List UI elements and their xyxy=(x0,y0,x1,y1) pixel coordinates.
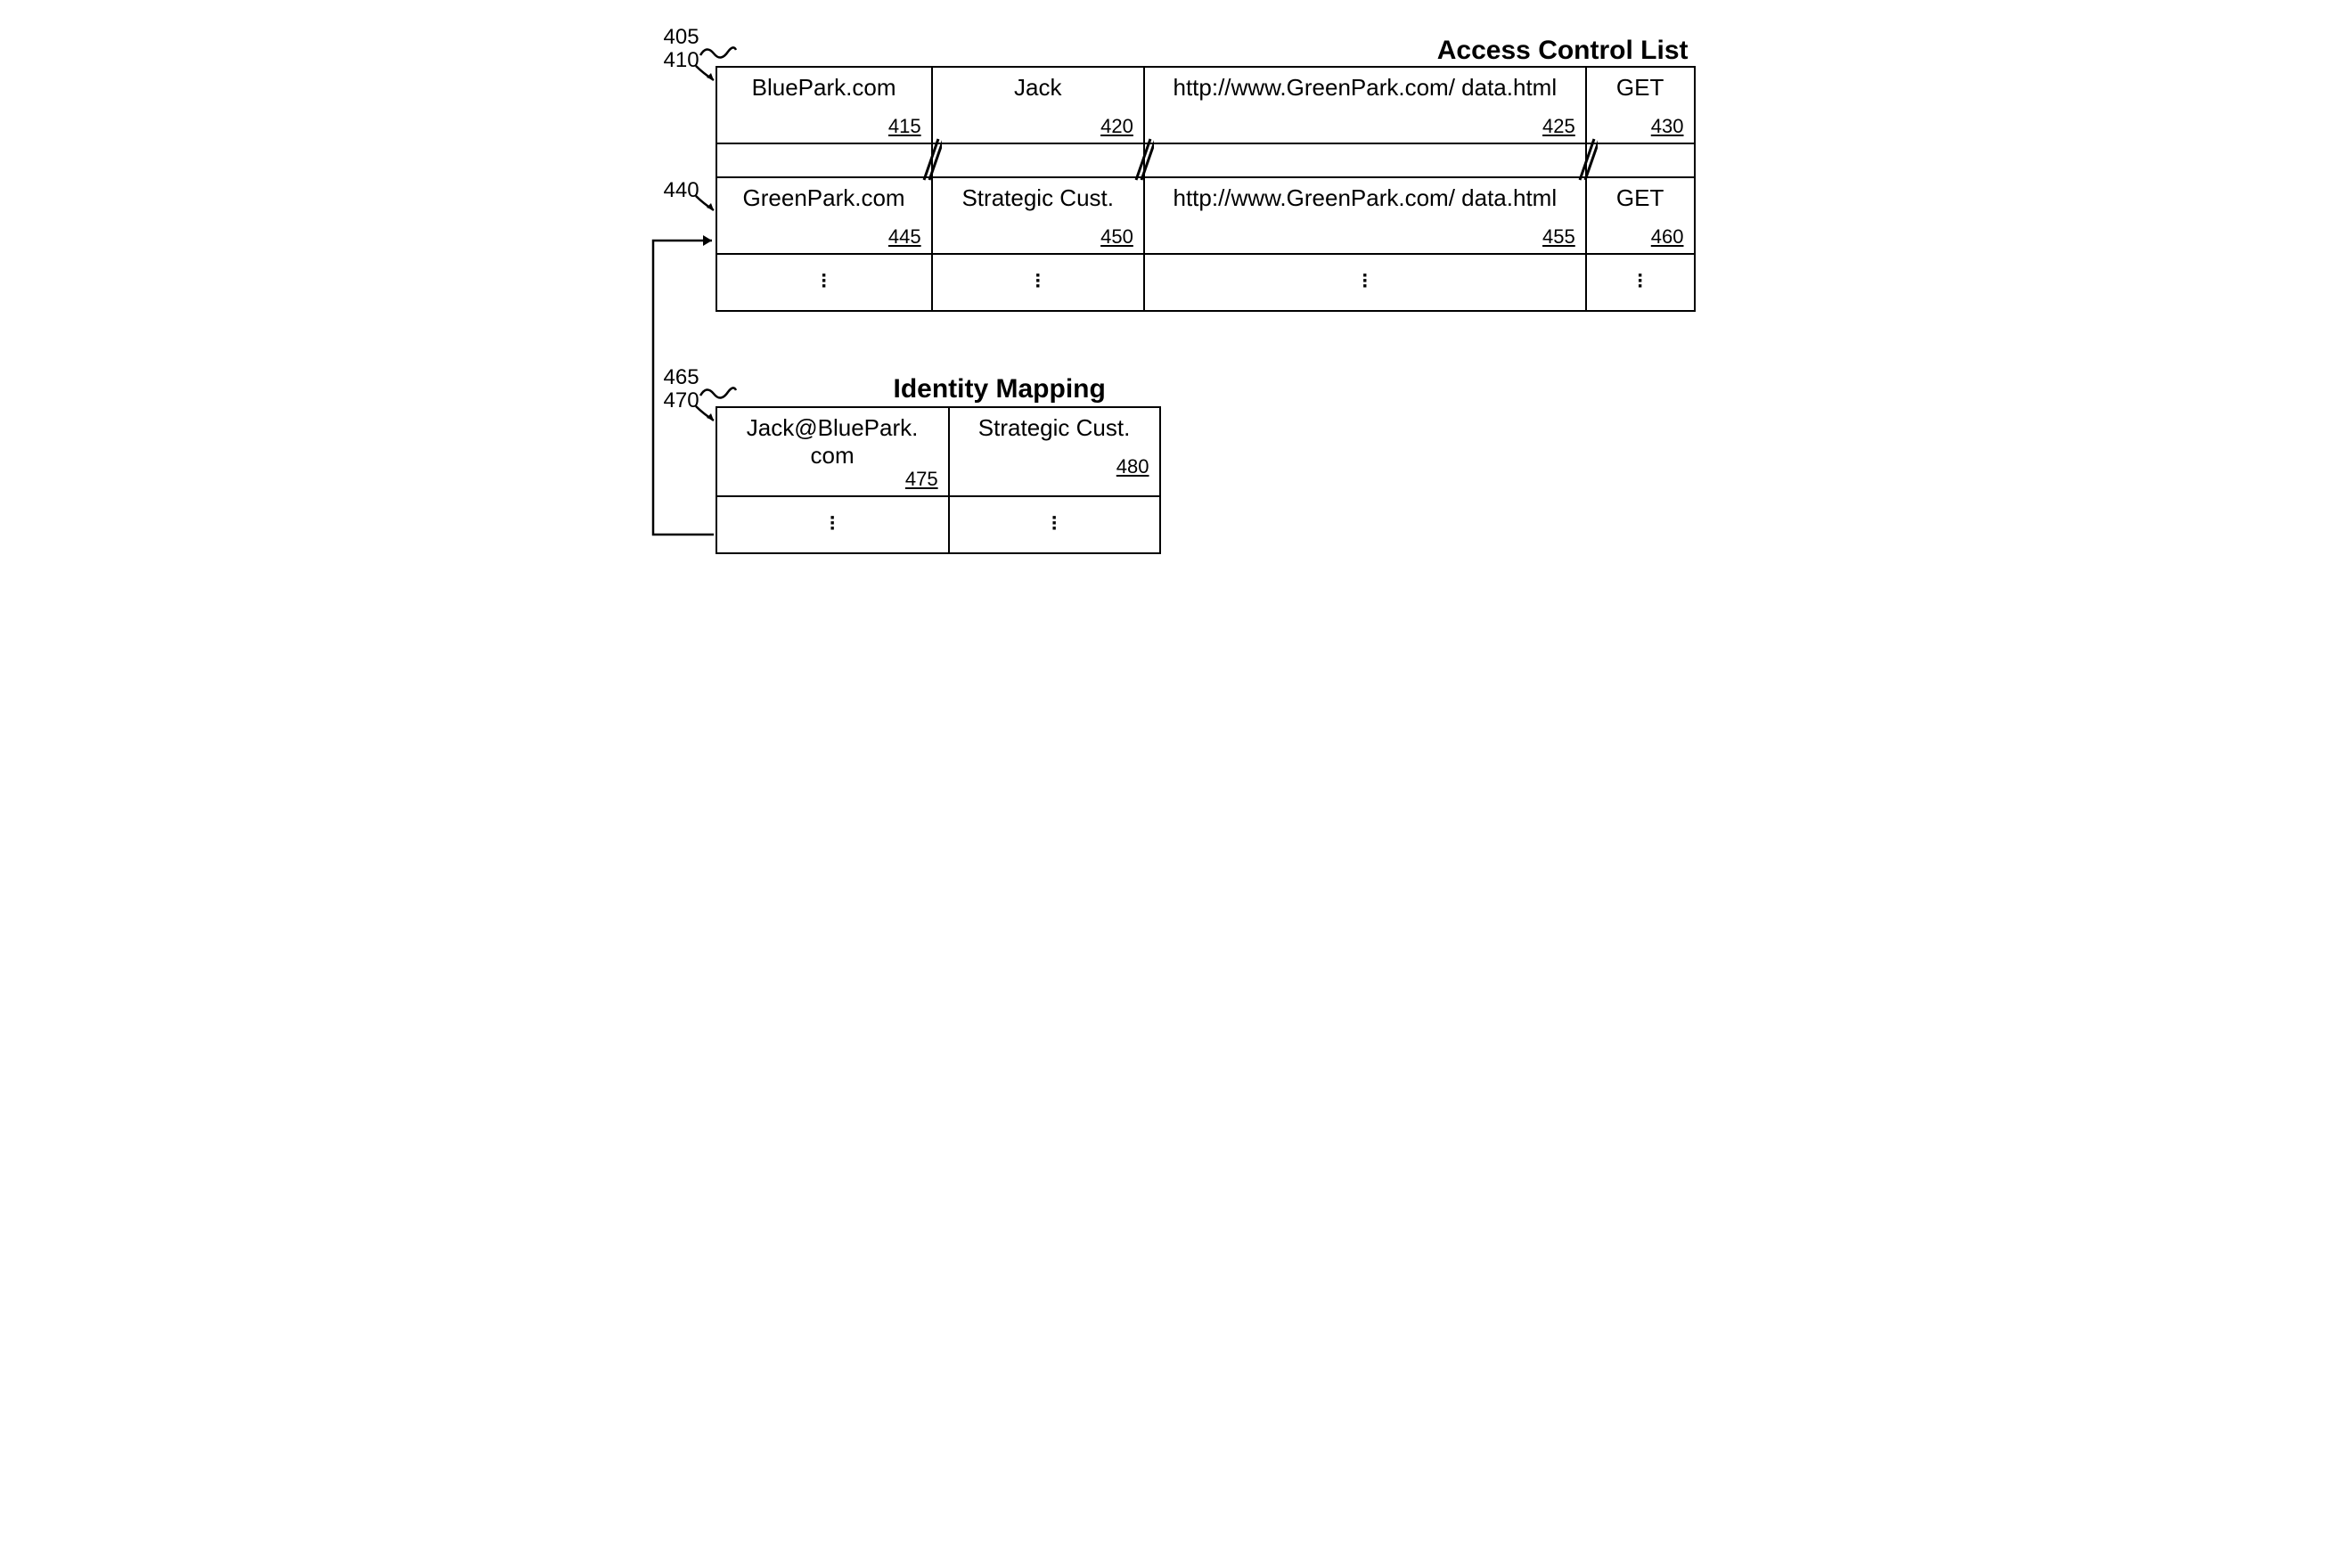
acl-table: BluePark.com 415 Jack 420 http://www.Gre… xyxy=(716,66,1696,312)
acl-principal-cell: Jack 420 xyxy=(934,69,1142,142)
cell-ref: 425 xyxy=(1542,115,1575,138)
cell-ref: 455 xyxy=(1542,225,1575,249)
acl-action-cell: GET 460 xyxy=(1588,179,1693,252)
cell-ref: 460 xyxy=(1651,225,1684,249)
vdots-icon: ■■■ xyxy=(934,256,1142,309)
acl-ref-405: 405 xyxy=(664,25,699,50)
cell-ref: 430 xyxy=(1651,115,1684,138)
cell-text: GreenPark.com xyxy=(743,184,905,211)
cell-text: Strategic Cust. xyxy=(978,414,1131,441)
table-break-row xyxy=(716,143,1695,177)
identity-mapping-table: Jack@BluePark. com 475 Strategic Cust. 4… xyxy=(716,406,1161,554)
table-row: GreenPark.com 445 Strategic Cust. 450 ht… xyxy=(716,177,1695,254)
cell-text: BluePark.com xyxy=(752,74,896,101)
table-ellipsis-row: ■■■ ■■■ ■■■ ■■■ xyxy=(716,254,1695,311)
arrow-icon xyxy=(694,194,717,217)
table-ellipsis-row: ■■■ ■■■ xyxy=(716,496,1160,553)
squiggle-icon xyxy=(699,383,737,399)
acl-block: Access Control List 405 410 440 BluePark… xyxy=(716,36,1696,312)
vdots-icon: ■■■ xyxy=(718,498,947,551)
acl-resource-cell: http://www.GreenPark.com/ data.html 455 xyxy=(1146,179,1584,252)
cell-text: Jack@BluePark. com xyxy=(747,414,919,469)
mapsto-cell: Strategic Cust. 480 xyxy=(951,409,1158,482)
cell-ref: 415 xyxy=(888,115,921,138)
im-ref-465: 465 xyxy=(664,365,699,390)
arrow-icon xyxy=(694,404,717,428)
vdots-icon: ■■■ xyxy=(1588,256,1693,309)
cell-ref: 480 xyxy=(1116,455,1149,478)
cell-ref: 450 xyxy=(1100,225,1133,249)
cell-text: Strategic Cust. xyxy=(961,184,1114,211)
cell-text: http://www.GreenPark.com/ data.html xyxy=(1173,184,1557,211)
identity-cell: Jack@BluePark. com 475 xyxy=(718,409,947,494)
acl-title: Access Control List xyxy=(716,36,1689,66)
acl-domain-cell: BluePark.com 415 xyxy=(718,69,930,142)
arrow-icon xyxy=(694,64,717,87)
vdots-icon: ■■■ xyxy=(718,256,930,309)
identity-mapping-block: Identity Mapping 465 470 Jack@BluePark. … xyxy=(716,374,1161,554)
table-row: Jack@BluePark. com 475 Strategic Cust. 4… xyxy=(716,407,1160,496)
cell-text: http://www.GreenPark.com/ data.html xyxy=(1173,74,1557,101)
diagram-canvas: Access Control List 405 410 440 BluePark… xyxy=(635,36,1705,554)
table-row: BluePark.com 415 Jack 420 http://www.Gre… xyxy=(716,67,1695,143)
cell-text: Jack xyxy=(1014,74,1061,101)
squiggle-icon xyxy=(699,43,737,59)
acl-domain-cell: GreenPark.com 445 xyxy=(718,179,930,252)
acl-action-cell: GET 430 xyxy=(1588,69,1693,142)
vdots-icon: ■■■ xyxy=(951,498,1158,551)
cell-ref: 420 xyxy=(1100,115,1133,138)
cell-text: GET xyxy=(1616,74,1664,101)
identity-mapping-title: Identity Mapping xyxy=(894,374,1161,404)
acl-principal-cell: Strategic Cust. 450 xyxy=(934,179,1142,252)
cell-ref: 475 xyxy=(905,468,938,491)
acl-resource-cell: http://www.GreenPark.com/ data.html 425 xyxy=(1146,69,1584,142)
cell-ref: 445 xyxy=(888,225,921,249)
cell-text: GET xyxy=(1616,184,1664,211)
vdots-icon: ■■■ xyxy=(1146,256,1584,309)
